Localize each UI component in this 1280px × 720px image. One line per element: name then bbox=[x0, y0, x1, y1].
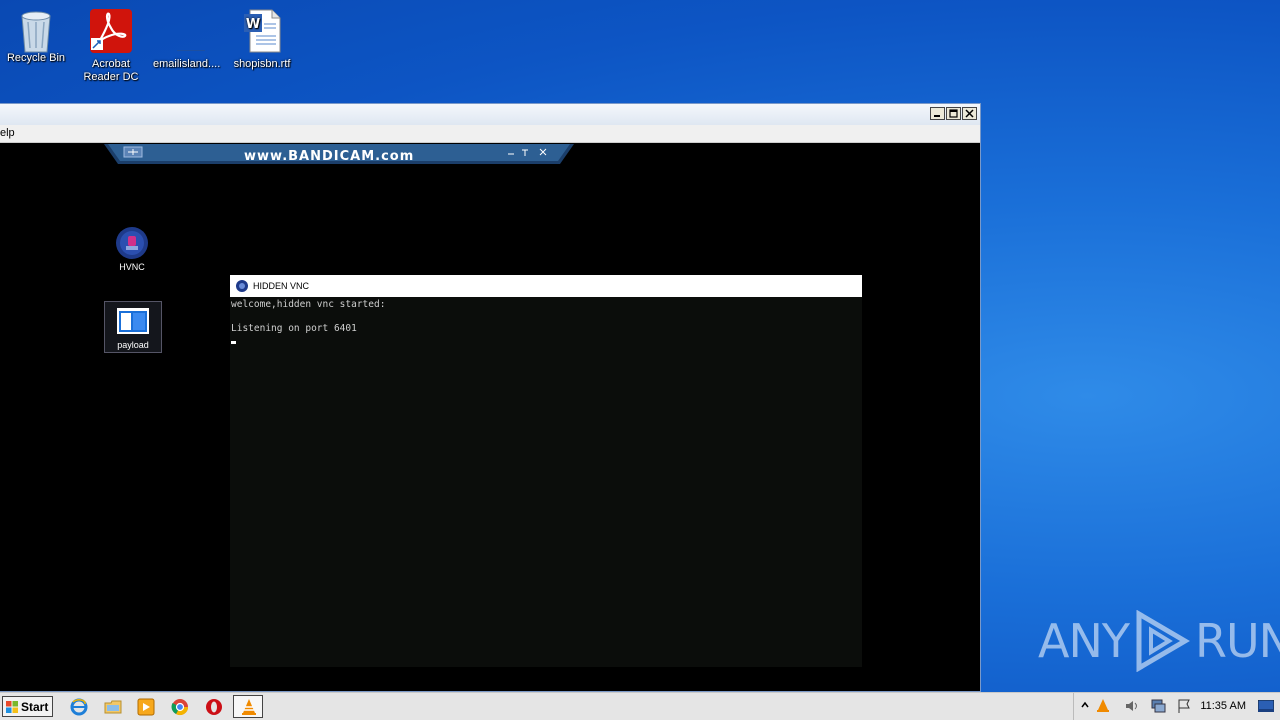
show-hidden-icons-icon[interactable] bbox=[1080, 700, 1090, 710]
recycle-bin-icon bbox=[16, 8, 56, 53]
desktop-icon-label: shopisbn.rtf bbox=[233, 58, 291, 70]
word-document-icon: W bbox=[242, 8, 282, 54]
remote-icon-label: HVNC bbox=[119, 262, 145, 272]
bandicam-banner: www.BANDICAM.com bbox=[104, 144, 574, 166]
close-button[interactable] bbox=[962, 107, 977, 120]
console-title-text: HIDDEN VNC bbox=[253, 281, 310, 291]
play-logo-icon bbox=[1136, 610, 1190, 672]
svg-text:W: W bbox=[246, 17, 260, 32]
vlc-icon bbox=[240, 698, 258, 716]
anyrun-watermark: ANY RUN bbox=[1038, 610, 1280, 672]
bandicam-minimize-icon[interactable] bbox=[506, 147, 516, 157]
desktop-icon-shopisbn[interactable]: W shopisbn.rtf bbox=[230, 8, 294, 71]
internet-explorer-icon[interactable] bbox=[70, 698, 88, 716]
hidden-vnc-console-window[interactable]: HIDDEN VNC welcome,hidden vnc started: L… bbox=[230, 275, 862, 667]
bandicam-banner-text: www.BANDICAM.com bbox=[244, 149, 415, 164]
console-line: welcome,hidden vnc started: bbox=[231, 299, 386, 310]
taskbar: Start 11:35 AM bbox=[0, 692, 1280, 720]
remote-desktop-view[interactable]: www.BANDICAM.com HVNC payload HIDDEN VNC… bbox=[0, 143, 980, 691]
remote-icon-payload[interactable]: payload bbox=[104, 301, 162, 353]
taskbar-clock[interactable]: 11:35 AM bbox=[1200, 700, 1246, 712]
system-tray: 11:35 AM bbox=[1073, 693, 1280, 720]
remote-icon-hvnc[interactable]: HVNC bbox=[102, 226, 162, 272]
application-window-icon bbox=[117, 308, 149, 334]
media-player-icon[interactable] bbox=[137, 698, 155, 716]
desktop-icon-label: Acrobat Reader DC bbox=[83, 58, 139, 83]
network-icon[interactable] bbox=[1150, 698, 1166, 714]
start-button-label: Start bbox=[21, 699, 49, 714]
opera-icon[interactable] bbox=[205, 698, 223, 716]
chrome-icon[interactable] bbox=[171, 698, 189, 716]
hvnc-icon bbox=[115, 226, 149, 260]
console-cursor bbox=[231, 335, 861, 347]
volume-icon[interactable] bbox=[1124, 698, 1140, 714]
vnc-viewer-window: elp www.BANDICAM.com HVNC payload HIDDEN… bbox=[0, 103, 981, 692]
console-line: Listening on port 6401 bbox=[231, 323, 357, 334]
watermark-text-left: ANY bbox=[1038, 614, 1130, 668]
action-center-flag-icon[interactable] bbox=[1176, 698, 1192, 714]
window-titlebar[interactable] bbox=[0, 104, 980, 125]
taskbar-item-vlc[interactable] bbox=[233, 695, 263, 718]
watermark-text-right: RUN bbox=[1194, 614, 1280, 668]
windows-logo-icon bbox=[5, 700, 19, 714]
desktop-icon-label: emailisland.... bbox=[153, 58, 221, 70]
window-controls bbox=[930, 107, 977, 120]
bandicam-pin-icon[interactable] bbox=[520, 147, 530, 157]
show-desktop-icon[interactable] bbox=[1257, 699, 1275, 713]
desktop-icon-email-file[interactable]: emailisland.... bbox=[153, 8, 221, 71]
console-titlebar[interactable]: HIDDEN VNC bbox=[230, 275, 862, 297]
remote-icon-label: payload bbox=[117, 340, 149, 350]
acrobat-icon bbox=[89, 8, 133, 54]
maximize-button[interactable] bbox=[946, 107, 961, 120]
desktop-icon-recycle-bin[interactable]: Recycle Bin bbox=[4, 8, 68, 65]
bandicam-close-icon[interactable] bbox=[538, 147, 548, 157]
minimize-button[interactable] bbox=[930, 107, 945, 120]
menu-bar: elp bbox=[0, 125, 980, 143]
start-button[interactable]: Start bbox=[2, 696, 53, 717]
file-explorer-icon[interactable] bbox=[104, 698, 122, 716]
console-output: welcome,hidden vnc started: Listening on… bbox=[230, 297, 862, 349]
menu-item-help[interactable]: elp bbox=[0, 127, 15, 139]
console-app-icon bbox=[236, 280, 248, 292]
vlc-tray-icon[interactable] bbox=[1096, 698, 1110, 712]
blank-file-icon bbox=[165, 8, 221, 54]
desktop-icon-acrobat[interactable]: Acrobat Reader DC bbox=[79, 8, 143, 84]
